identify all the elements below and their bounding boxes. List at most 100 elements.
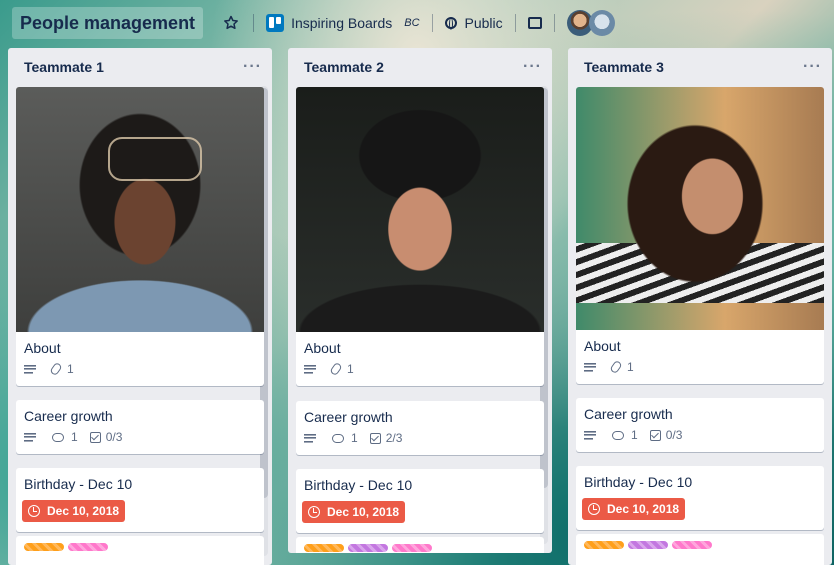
list-title[interactable]: Teammate 3	[584, 59, 664, 75]
label-pink	[672, 541, 712, 549]
card-about[interactable]: About 1	[16, 87, 264, 386]
card-cover-photo	[576, 87, 824, 330]
card-title: Birthday - Dec 10	[584, 474, 693, 490]
card-about[interactable]: About 1	[296, 87, 544, 386]
list-title[interactable]: Teammate 1	[24, 59, 104, 75]
card-labels	[16, 536, 264, 558]
visibility-button[interactable]: Public	[439, 7, 509, 39]
label-orange	[584, 541, 624, 549]
card-badges: 1 2/3	[296, 429, 544, 455]
list-title[interactable]: Teammate 2	[304, 59, 384, 75]
card-cover-photo	[16, 87, 264, 332]
checklist-icon	[89, 431, 101, 443]
divider	[253, 14, 255, 32]
list-header[interactable]: Teammate 2 ···	[288, 48, 552, 86]
due-date: Dec 10, 2018	[47, 504, 120, 518]
list-teammate-2: Teammate 2 ··· About 1 Career growth 1 2…	[288, 48, 552, 553]
card-cover-photo	[296, 87, 544, 332]
workspace-tag: BC	[404, 17, 420, 29]
workspace-name: Inspiring Boards	[291, 15, 393, 31]
list-menu-icon[interactable]: ···	[243, 58, 262, 76]
card-title: Career growth	[584, 406, 673, 422]
card-partial[interactable]	[296, 537, 544, 553]
divider	[431, 14, 433, 32]
card-partial[interactable]	[576, 534, 824, 565]
team-button[interactable]	[522, 7, 548, 39]
due-date-badge[interactable]: Dec 10, 2018	[22, 500, 126, 522]
card-labels	[296, 537, 544, 553]
description-icon	[24, 364, 36, 374]
due-date: Dec 10, 2018	[327, 505, 400, 519]
label-purple	[348, 544, 388, 552]
checklist-count: 0/3	[665, 428, 683, 442]
description-icon	[584, 362, 596, 372]
trello-logo-icon	[266, 14, 285, 32]
card-badges: Dec 10, 2018	[16, 496, 264, 532]
card-title: About	[24, 340, 61, 356]
card-about[interactable]: About 1	[576, 87, 824, 384]
card-title: About	[584, 338, 621, 354]
globe-icon	[444, 17, 457, 30]
card-badges: 1 0/3	[16, 428, 264, 454]
team-icon	[527, 17, 542, 29]
card-partial[interactable]	[16, 536, 264, 565]
comment-count: 1	[631, 428, 638, 442]
card-birthday[interactable]: Birthday - Dec 10 Dec 10, 2018	[576, 466, 824, 530]
clock-icon	[588, 503, 600, 515]
card-badges: Dec 10, 2018	[296, 497, 544, 533]
due-date: Dec 10, 2018	[607, 502, 680, 516]
attachment-count: 1	[627, 360, 634, 374]
card-badges: 1	[576, 358, 824, 384]
label-pink	[68, 543, 108, 551]
card-title: Career growth	[304, 409, 393, 425]
label-orange	[24, 543, 64, 551]
workspace-button[interactable]: Inspiring Boards BC	[260, 7, 425, 39]
clock-icon	[308, 506, 320, 518]
card-labels	[576, 534, 824, 556]
avatar[interactable]	[588, 10, 615, 36]
list-menu-icon[interactable]: ···	[803, 58, 822, 76]
list-header[interactable]: Teammate 3 ···	[568, 48, 832, 86]
checklist-count: 2/3	[385, 431, 403, 445]
card-title: Birthday - Dec 10	[304, 477, 413, 493]
divider	[514, 14, 516, 32]
attachment-icon	[49, 361, 63, 377]
checklist-count: 0/3	[105, 430, 123, 444]
attachment-icon	[329, 361, 343, 377]
star-button[interactable]	[217, 7, 247, 39]
due-date-badge[interactable]: Dec 10, 2018	[302, 501, 406, 523]
comment-count: 1	[351, 431, 358, 445]
label-pink	[392, 544, 432, 552]
list-teammate-3: Teammate 3 ··· About 1 Career growth 1 0…	[568, 48, 832, 565]
card-title: Birthday - Dec 10	[24, 476, 133, 492]
attachment-count: 1	[67, 362, 74, 376]
card-title: Career growth	[24, 408, 113, 424]
attachment-count: 1	[347, 362, 354, 376]
card-career-growth[interactable]: Career growth 1 0/3	[576, 398, 824, 452]
description-icon	[304, 364, 316, 374]
visibility-label: Public	[464, 15, 503, 31]
description-icon	[24, 432, 36, 442]
due-date-badge[interactable]: Dec 10, 2018	[582, 498, 686, 520]
checklist-icon	[649, 429, 661, 441]
list-header[interactable]: Teammate 1 ···	[8, 48, 272, 86]
card-career-growth[interactable]: Career growth 1 0/3	[16, 400, 264, 454]
board-title[interactable]: People management	[12, 7, 204, 39]
card-career-growth[interactable]: Career growth 1 2/3	[296, 401, 544, 455]
list-teammate-1: Teammate 1 ··· About 1 Career growth 1 0…	[8, 48, 272, 565]
divider	[553, 14, 555, 32]
card-badges: 1	[296, 360, 544, 386]
description-icon	[584, 430, 596, 440]
card-badges: Dec 10, 2018	[576, 494, 824, 530]
comment-icon	[612, 430, 624, 440]
card-badges: 1	[16, 360, 264, 386]
attachment-icon	[609, 359, 623, 375]
card-badges: 1 0/3	[576, 426, 824, 452]
card-birthday[interactable]: Birthday - Dec 10 Dec 10, 2018	[16, 468, 264, 532]
card-birthday[interactable]: Birthday - Dec 10 Dec 10, 2018	[296, 469, 544, 533]
star-icon	[224, 15, 239, 30]
comment-icon	[332, 433, 344, 443]
description-icon	[304, 433, 316, 443]
list-menu-icon[interactable]: ···	[523, 58, 542, 76]
card-title: About	[304, 340, 341, 356]
